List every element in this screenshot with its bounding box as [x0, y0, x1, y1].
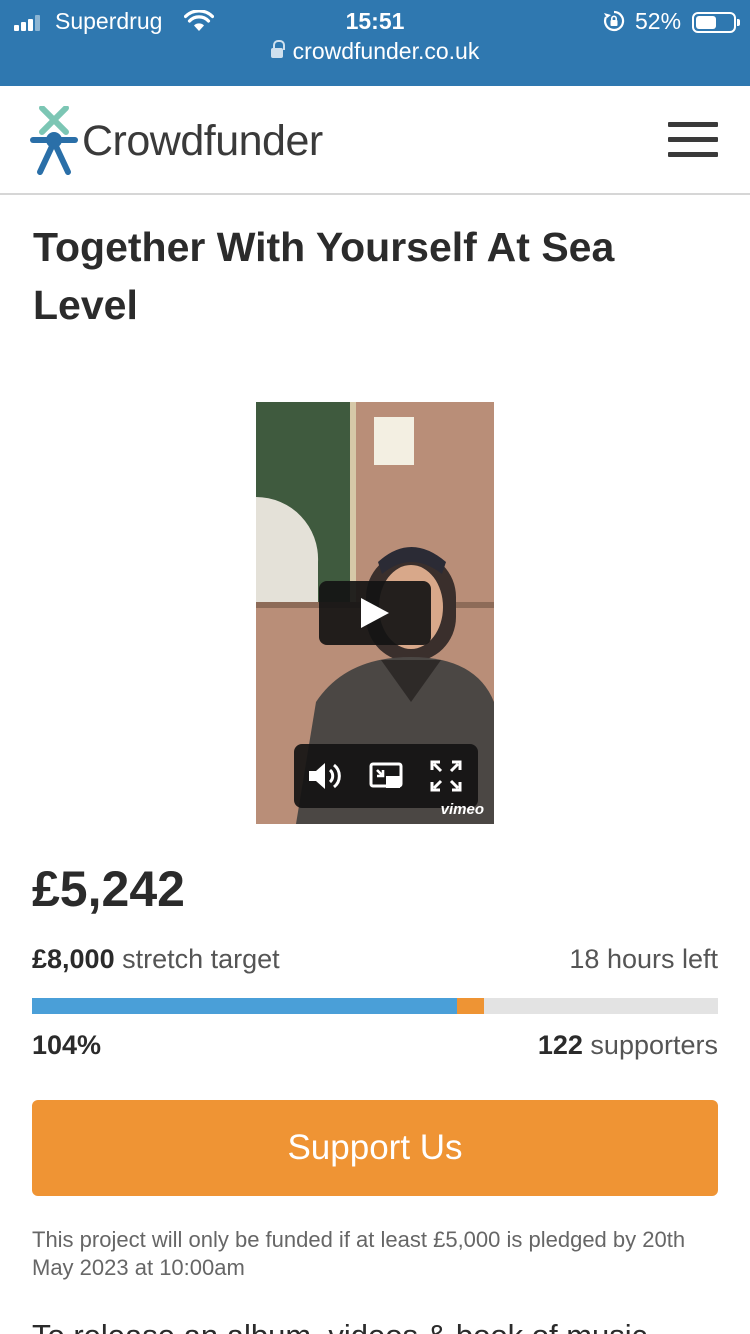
target-amount: £8,000: [32, 944, 115, 974]
support-us-button[interactable]: Support Us: [32, 1100, 718, 1196]
supporters-number: 122: [537, 1030, 583, 1060]
hamburger-menu-icon[interactable]: [668, 122, 718, 158]
time-left: 18 hours left: [569, 944, 718, 974]
site-header: Crowdfunder: [0, 86, 750, 195]
project-description: To release an album, videos & book of mu…: [32, 1316, 732, 1334]
project-video[interactable]: vimeo: [256, 402, 494, 824]
supporters-count: 122 supporters: [538, 1030, 718, 1061]
crowdfunder-logo-icon: [30, 106, 78, 175]
funding-note: This project will only be funded if at l…: [32, 1227, 686, 1280]
rotation-lock-icon: [603, 10, 625, 32]
progress-funded-fill: [32, 998, 457, 1014]
play-button[interactable]: [319, 581, 431, 645]
picture-in-picture-icon[interactable]: [368, 758, 404, 794]
battery-percentage: 52%: [635, 8, 682, 34]
fullscreen-icon[interactable]: [428, 758, 464, 794]
amount-raised: £5,242: [32, 861, 185, 917]
battery-icon: [692, 12, 740, 33]
volume-icon[interactable]: [306, 758, 342, 794]
crowdfunder-logo[interactable]: Crowdfunder: [30, 106, 323, 176]
browser-status-bar: Superdrug 15:51 52% crowdfunder.co.uk: [0, 0, 750, 86]
logo-text: Crowdfunder: [82, 116, 323, 165]
url-bar[interactable]: crowdfunder.co.uk: [0, 38, 750, 72]
supporters-label: supporters: [590, 1030, 718, 1060]
video-controls: [294, 744, 478, 808]
lock-icon: [270, 40, 285, 60]
percent-funded: 104%: [32, 1030, 102, 1060]
stretch-target: £8,000 stretch target: [32, 944, 280, 975]
progress-stretch-fill: [457, 998, 484, 1014]
url-text: crowdfunder.co.uk: [292, 38, 480, 64]
funding-progress-bar: [32, 998, 718, 1014]
target-label: stretch target: [122, 944, 280, 974]
vimeo-watermark: vimeo: [440, 801, 484, 818]
project-title: Together With Yourself At Sea Level: [33, 224, 615, 328]
